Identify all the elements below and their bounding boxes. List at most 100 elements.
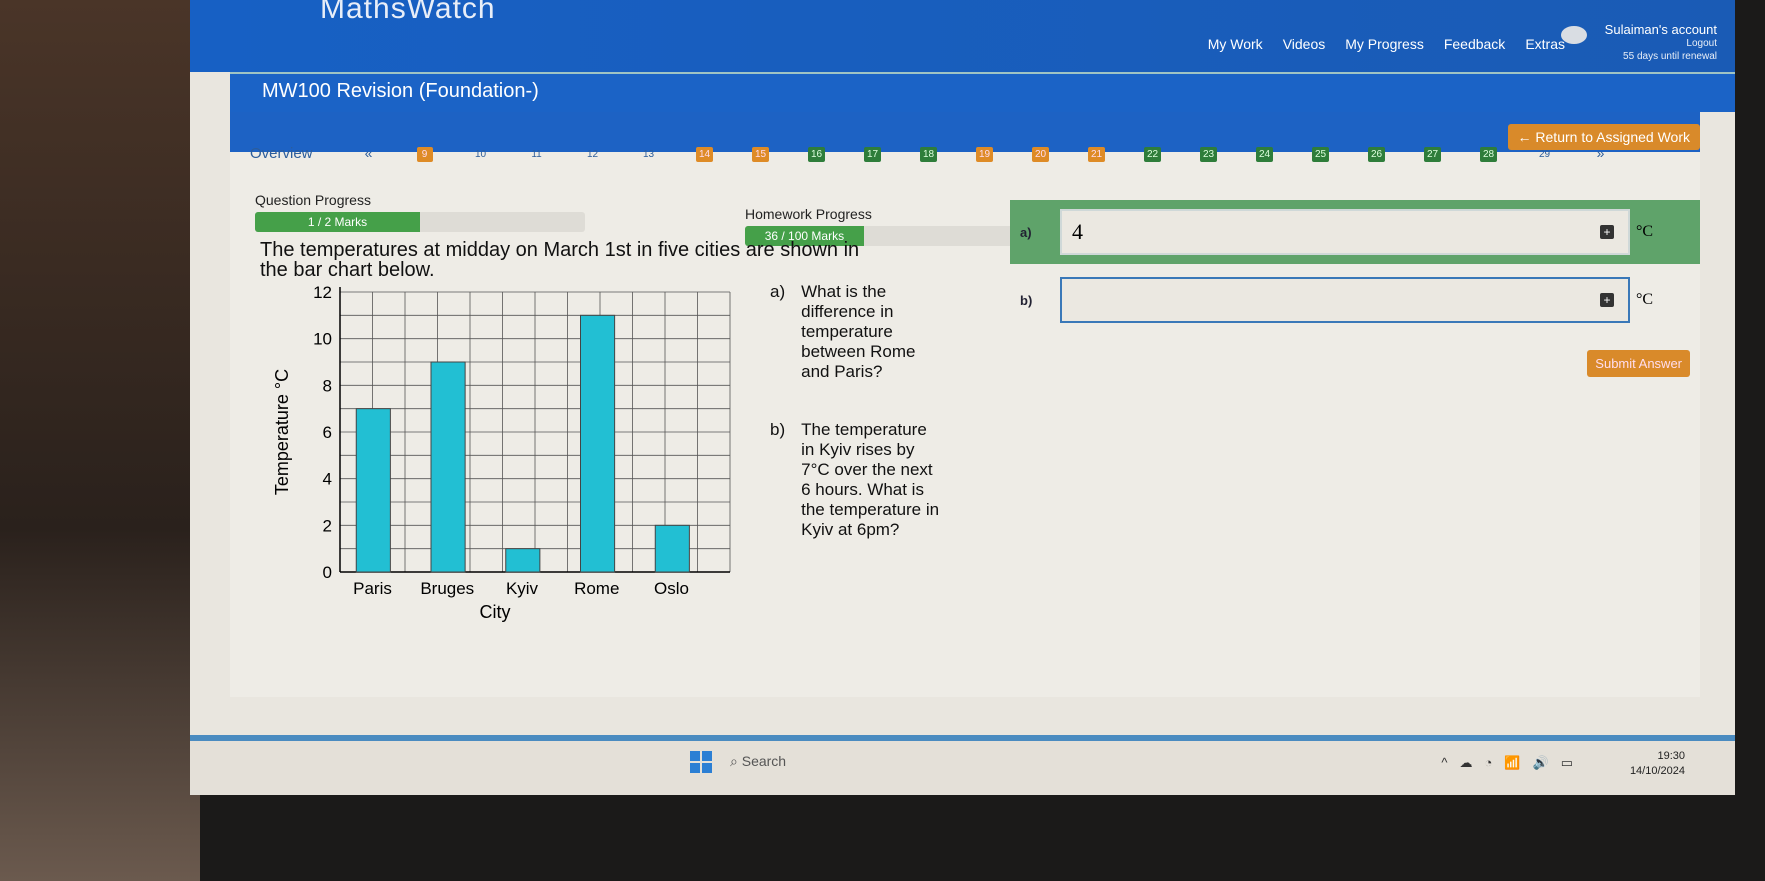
- question-21-button[interactable]: 21: [1069, 144, 1125, 162]
- unit-label: °C: [1636, 291, 1654, 308]
- next-questions-button[interactable]: »: [1573, 145, 1629, 161]
- question-19-button[interactable]: 19: [957, 144, 1013, 162]
- plus-icon[interactable]: +: [1600, 225, 1614, 239]
- background: [0, 0, 200, 881]
- question-progress-fill: 1 / 2 Marks: [255, 212, 420, 232]
- y-tick-label: 4: [323, 470, 332, 489]
- account-area: Sulaiman's account Logout 55 days until …: [1605, 22, 1717, 63]
- answer-b-input[interactable]: [1060, 277, 1630, 323]
- y-tick-label: 0: [323, 563, 332, 582]
- answer-row-b: b) + °C: [1010, 268, 1700, 332]
- question-23-button[interactable]: 23: [1181, 144, 1237, 162]
- prev-questions-button[interactable]: «: [341, 145, 397, 161]
- answer-area: a) + °C b) + °C Submit Answer: [1010, 200, 1700, 377]
- question-13-button[interactable]: 13: [621, 144, 677, 162]
- x-tick-label: Bruges: [420, 579, 474, 598]
- question-number: 22: [1143, 147, 1162, 162]
- taskbar-search[interactable]: ⌕ Search: [730, 753, 786, 770]
- question-nav: Overview « 9 10 11 12 13 14 15 16 17 18 19 20 21 22 23 24…: [250, 144, 1629, 162]
- submit-answer-button[interactable]: Submit Answer: [1587, 350, 1690, 377]
- search-label: Search: [741, 753, 787, 769]
- bar-kyiv: [505, 548, 541, 573]
- question-9-button[interactable]: 9: [397, 144, 453, 162]
- bar-bruges: [430, 361, 466, 573]
- x-axis-label: City: [480, 602, 511, 622]
- question-11-button[interactable]: 11: [509, 144, 565, 162]
- question-number: 17: [863, 147, 882, 162]
- unit-label: °C: [1636, 223, 1654, 240]
- question-number: 23: [1199, 147, 1218, 162]
- plus-icon[interactable]: +: [1600, 293, 1614, 307]
- question-28-button[interactable]: 28: [1461, 144, 1517, 162]
- question-22-button[interactable]: 22: [1125, 144, 1181, 162]
- question-number: 20: [1031, 147, 1050, 162]
- question-24-button[interactable]: 24: [1237, 144, 1293, 162]
- question-number: 27: [1423, 147, 1442, 162]
- time: 19:30: [1657, 750, 1685, 762]
- question-parts: a) What is the difference in temperature …: [770, 282, 941, 578]
- question-16-button[interactable]: 16: [789, 144, 845, 162]
- overview-link[interactable]: Overview: [250, 145, 313, 162]
- y-tick-label: 2: [323, 516, 332, 535]
- x-tick-label: Kyiv: [506, 579, 539, 598]
- x-tick-label: Rome: [574, 579, 619, 598]
- question-12-button[interactable]: 12: [565, 144, 621, 162]
- chat-bubble-icon: [1561, 26, 1587, 44]
- question-progress-label: Question Progress: [255, 192, 371, 208]
- nav-my-progress[interactable]: My Progress: [1345, 36, 1424, 52]
- part-label: a): [770, 282, 786, 301]
- bar-paris: [355, 408, 391, 573]
- question-17-button[interactable]: 17: [845, 144, 901, 162]
- bar-chart: 0 2 4 6 8 10 12 Paris Bruges Kyiv Rome Oslo City Temp…: [272, 283, 731, 622]
- part-label: b): [770, 420, 786, 439]
- date: 14/10/2024: [1629, 765, 1685, 777]
- question-number: 9: [416, 147, 433, 162]
- question-number: 25: [1311, 147, 1330, 162]
- question-number: 29: [1538, 149, 1551, 160]
- bar-oslo: [654, 524, 690, 573]
- account-link[interactable]: Sulaiman's account: [1605, 22, 1717, 37]
- question-26-button[interactable]: 26: [1349, 144, 1405, 162]
- question-29-button[interactable]: 29: [1517, 144, 1573, 162]
- nav-my-work[interactable]: My Work: [1208, 36, 1263, 52]
- question-20-button[interactable]: 20: [1013, 144, 1069, 162]
- top-header: MathsWatch My Work Videos My Progress Fe…: [190, 0, 1735, 72]
- question-number: 19: [975, 147, 994, 162]
- question-progress-bar: 1 / 2 Marks: [255, 212, 585, 232]
- y-tick-label: 8: [323, 376, 332, 395]
- logout-link[interactable]: Logout: [1605, 37, 1717, 50]
- renewal-text: 55 days until renewal: [1623, 51, 1717, 62]
- part-text: The temperature in Kyiv rises by 7°C ove…: [801, 420, 940, 539]
- question-number: 24: [1255, 147, 1274, 162]
- question-27-button[interactable]: 27: [1405, 144, 1461, 162]
- answer-a-input[interactable]: [1060, 209, 1630, 255]
- question-25-button[interactable]: 25: [1293, 144, 1349, 162]
- question-18-button[interactable]: 18: [901, 144, 957, 162]
- nav-extras[interactable]: Extras: [1525, 36, 1565, 52]
- answer-label: b): [1020, 292, 1033, 308]
- part-b: b) The temperature in Kyiv rises by 7°C o…: [770, 420, 941, 540]
- question-15-button[interactable]: 15: [733, 144, 789, 162]
- y-axis-label: Temperature °C: [272, 369, 292, 495]
- windows-start-icon[interactable]: [690, 751, 712, 773]
- nav-feedback[interactable]: Feedback: [1444, 36, 1505, 52]
- part-a: a) What is the difference in temperature …: [770, 282, 941, 382]
- y-tick-label: 10: [313, 330, 332, 349]
- clock[interactable]: 19:30 14/10/2024: [1630, 749, 1685, 779]
- taskbar: ⌕ Search ^☁◔📶🔊▭ 19:30 14/10/2024: [190, 735, 1735, 795]
- question-14-button[interactable]: 14: [677, 144, 733, 162]
- part-text: What is the difference in temperature be…: [801, 282, 916, 381]
- question-number: 11: [531, 149, 542, 160]
- nav-videos[interactable]: Videos: [1283, 36, 1326, 52]
- laptop-screen: MathsWatch My Work Videos My Progress Fe…: [190, 0, 1735, 795]
- course-title: MW100 Revision (Foundation-): [230, 70, 1735, 112]
- question-number: 13: [642, 149, 655, 160]
- question-number: 15: [751, 147, 770, 162]
- question-number: 21: [1087, 147, 1106, 162]
- question-number: 16: [807, 147, 826, 162]
- answer-label: a): [1020, 224, 1032, 240]
- bar-rome: [580, 314, 616, 573]
- system-tray-icons[interactable]: ^☁◔📶🔊▭: [1441, 755, 1585, 771]
- question-10-button[interactable]: 10: [453, 144, 509, 162]
- question-number: 18: [919, 147, 938, 162]
